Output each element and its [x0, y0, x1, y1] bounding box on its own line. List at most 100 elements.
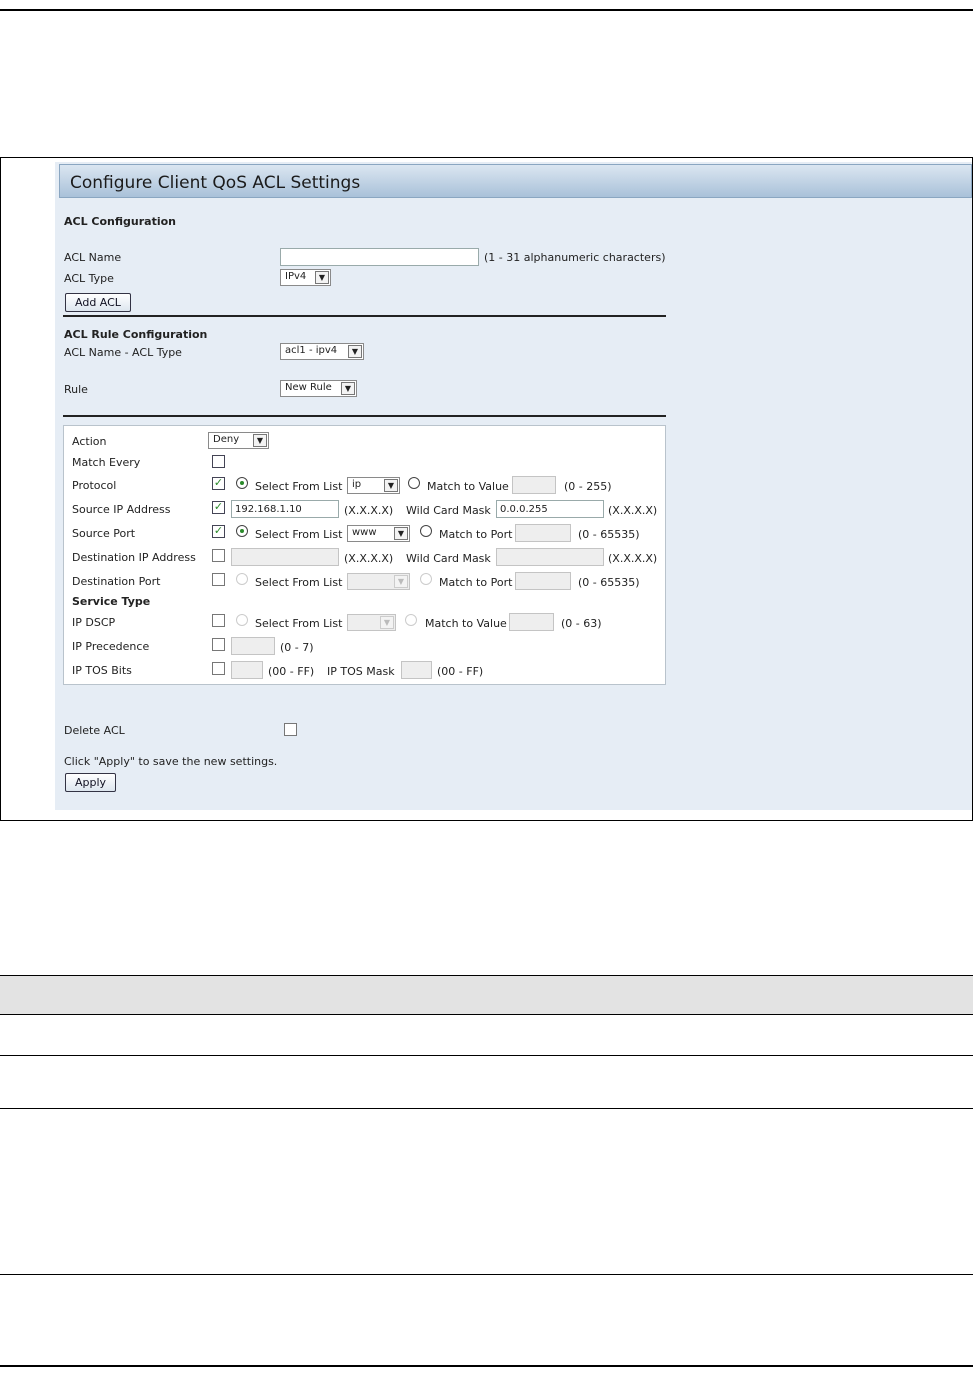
chevron-down-icon: ▼ [394, 575, 408, 588]
protocol-match-value-radio[interactable] [408, 477, 420, 489]
rule-settings-box: Action Deny ▼ Match Every Protocol ✓ Sel… [63, 425, 666, 685]
ip-precedence-input[interactable] [231, 637, 275, 655]
ip-precedence-label: IP Precedence [72, 640, 150, 653]
apply-button[interactable]: Apply [65, 773, 117, 792]
dest-port-label: Destination Port [72, 575, 161, 588]
acl-name-label: ACL Name [64, 251, 122, 264]
protocol-list-select[interactable]: ip ▼ [347, 477, 400, 494]
dest-mask-format: (X.X.X.X) [608, 552, 658, 565]
dest-ip-input[interactable] [231, 548, 339, 566]
source-port-match-label: Match to Port [439, 528, 513, 541]
qos-acl-panel: Configure Client QoS ACL Settings ACL Co… [55, 162, 972, 810]
ip-tos-input[interactable] [231, 661, 263, 679]
service-type-heading: Service Type [72, 595, 151, 608]
source-ip-input[interactable] [231, 500, 339, 518]
acl-type-label: ACL Type [64, 272, 114, 285]
rule-label: Rule [64, 383, 88, 396]
protocol-select-list-radio[interactable] [236, 477, 248, 489]
source-port-select-list-radio[interactable] [236, 525, 248, 537]
ip-dscp-input[interactable] [509, 613, 554, 631]
source-port-list-select[interactable]: www ▼ [347, 525, 410, 542]
ip-dscp-range: (0 - 63) [561, 617, 602, 630]
action-select[interactable]: Deny ▼ [208, 432, 269, 449]
acl-config-heading: ACL Configuration [64, 215, 177, 228]
page-top-rule [0, 9, 973, 11]
protocol-label: Protocol [72, 479, 117, 492]
source-port-match-radio[interactable] [420, 525, 432, 537]
source-ip-format: (X.X.X.X) [344, 504, 394, 517]
dest-port-checkbox[interactable] [212, 573, 225, 586]
ip-tos-label: IP TOS Bits [72, 664, 132, 677]
rule-value: New Rule [285, 382, 332, 393]
source-port-checkbox[interactable]: ✓ [212, 525, 225, 538]
acl-name-input[interactable] [280, 248, 479, 266]
ip-dscp-list-select[interactable]: ▼ [347, 614, 396, 631]
protocol-checkbox[interactable]: ✓ [212, 477, 225, 490]
source-port-select-list-label: Select From List [255, 528, 343, 541]
ip-tos-checkbox[interactable] [212, 662, 225, 675]
acl-name-type-value: acl1 - ipv4 [285, 345, 338, 356]
dest-mask-input[interactable] [496, 548, 604, 566]
ip-tos-range: (00 - FF) [268, 665, 315, 678]
source-mask-input[interactable] [496, 500, 604, 518]
rule-select[interactable]: New Rule ▼ [280, 380, 357, 397]
table-row-divider [0, 1055, 973, 1056]
ip-dscp-checkbox[interactable] [212, 614, 225, 627]
delete-acl-checkbox[interactable] [284, 723, 297, 736]
section-divider [63, 315, 666, 317]
dest-ip-label: Destination IP Address [72, 551, 196, 564]
protocol-match-value-label: Match to Value [427, 480, 509, 493]
table-row-divider [0, 1108, 973, 1109]
source-mask-format: (X.X.X.X) [608, 504, 658, 517]
ip-tos-mask-input[interactable] [401, 661, 432, 679]
dest-port-range: (0 - 65535) [578, 576, 640, 589]
chevron-down-icon: ▼ [315, 271, 329, 284]
dest-ip-checkbox[interactable] [212, 549, 225, 562]
ip-precedence-range: (0 - 7) [280, 641, 314, 654]
chevron-down-icon: ▼ [348, 345, 362, 358]
match-every-checkbox[interactable] [212, 455, 225, 468]
page-bottom-rule [0, 1365, 973, 1367]
source-ip-checkbox[interactable]: ✓ [212, 501, 225, 514]
ip-dscp-match-label: Match to Value [425, 617, 507, 630]
screenshot-frame: Configure Client QoS ACL Settings ACL Co… [0, 157, 973, 821]
action-label: Action [72, 435, 107, 448]
source-mask-label: Wild Card Mask [406, 504, 491, 517]
chevron-down-icon: ▼ [341, 382, 355, 395]
ip-precedence-checkbox[interactable] [212, 638, 225, 651]
source-port-input[interactable] [515, 524, 571, 542]
delete-acl-label: Delete ACL [64, 724, 125, 737]
dest-port-match-label: Match to Port [439, 576, 513, 589]
source-port-list-value: www [352, 527, 377, 538]
dest-port-input[interactable] [515, 572, 571, 590]
source-port-range: (0 - 65535) [578, 528, 640, 541]
rule-config-heading: ACL Rule Configuration [64, 328, 208, 341]
ip-tos-mask-range: (00 - FF) [437, 665, 484, 678]
chevron-down-icon: ▼ [384, 479, 398, 492]
acl-name-type-select[interactable]: acl1 - ipv4 ▼ [280, 343, 364, 360]
source-ip-label: Source IP Address [72, 503, 171, 516]
table-row-divider [0, 1274, 973, 1275]
action-value: Deny [213, 434, 240, 445]
page-title: Configure Client QoS ACL Settings [59, 164, 972, 198]
chevron-down-icon: ▼ [394, 527, 408, 540]
acl-type-value: IPv4 [285, 271, 307, 282]
ip-dscp-match-radio[interactable] [405, 614, 417, 626]
add-acl-button[interactable]: Add ACL [65, 293, 131, 312]
dest-port-select-list-radio[interactable] [236, 573, 248, 585]
chevron-down-icon: ▼ [253, 434, 267, 447]
protocol-value-input[interactable] [512, 476, 556, 494]
dest-port-list-select[interactable]: ▼ [347, 573, 410, 590]
protocol-select-list-label: Select From List [255, 480, 343, 493]
acl-name-type-label: ACL Name - ACL Type [64, 346, 182, 359]
chevron-down-icon: ▼ [380, 616, 394, 629]
protocol-list-value: ip [352, 479, 362, 490]
ip-tos-mask-label: IP TOS Mask [327, 665, 395, 678]
acl-type-select[interactable]: IPv4 ▼ [280, 269, 331, 286]
apply-hint: Click "Apply" to save the new settings. [64, 755, 278, 768]
dest-port-match-radio[interactable] [420, 573, 432, 585]
dest-mask-label: Wild Card Mask [406, 552, 491, 565]
dest-port-select-list-label: Select From List [255, 576, 343, 589]
ip-dscp-select-list-radio[interactable] [236, 614, 248, 626]
ip-dscp-select-list-label: Select From List [255, 617, 343, 630]
